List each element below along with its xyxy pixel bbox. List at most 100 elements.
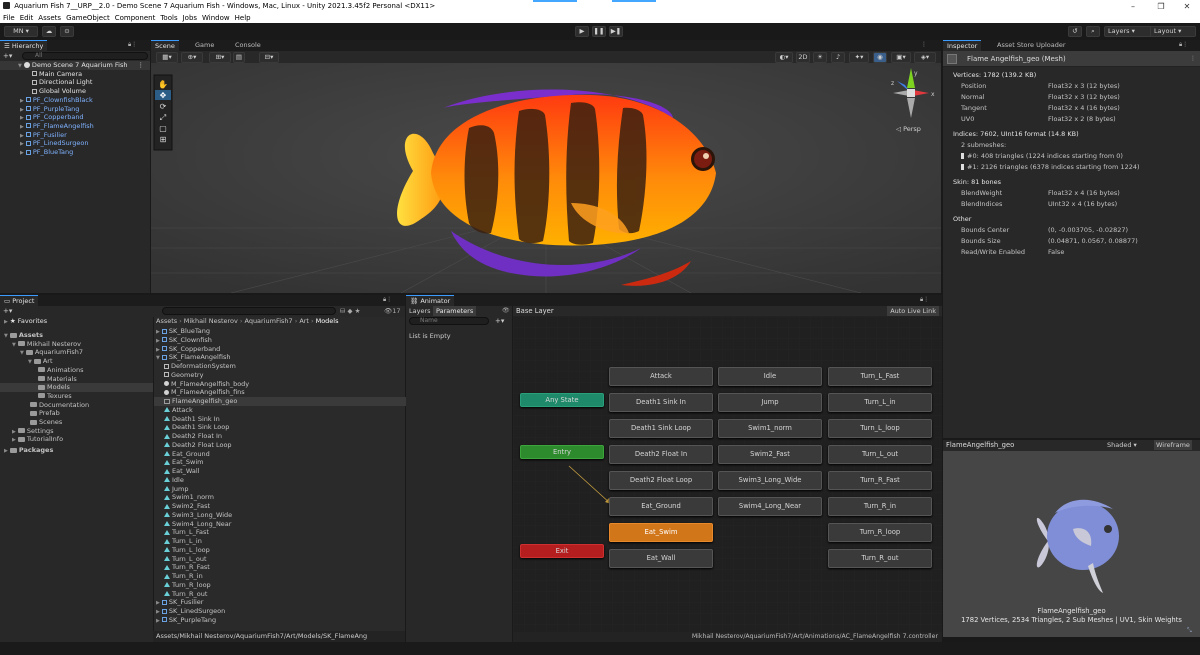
asset-item[interactable]: Turn_L_out	[154, 555, 406, 564]
any-state-node[interactable]: Any State	[520, 393, 604, 407]
state-node[interactable]: Swim1_norm	[718, 419, 822, 438]
search-icon[interactable]: ⌕	[1086, 26, 1100, 37]
project-folder[interactable]: ▼ Mikhail Nesterov	[0, 340, 153, 349]
hand-tool-icon[interactable]: ✋	[158, 79, 168, 89]
expand-arrow-icon[interactable]: ▶	[156, 338, 160, 344]
project-create-button[interactable]: +▾	[3, 307, 12, 315]
state-node[interactable]: Eat_Ground	[609, 497, 713, 516]
asset-item[interactable]: Death1 Sink Loop	[154, 423, 406, 432]
audio-toggle-icon[interactable]: ♪	[831, 52, 845, 63]
parameter-search-input[interactable]: Name	[409, 317, 489, 325]
scene-menu-icon[interactable]: ⋮	[921, 41, 927, 48]
asset-item[interactable]: Turn_R_Fast	[154, 563, 406, 572]
close-window-button[interactable]: ✕	[1176, 0, 1198, 13]
expand-arrow-icon[interactable]: ▶	[12, 429, 16, 435]
scale-tool-icon[interactable]: ⤢	[159, 113, 166, 122]
tab-asset-store-uploader[interactable]: Asset Store Uploader	[993, 40, 1070, 51]
asset-item[interactable]: DeformationSystem	[154, 362, 406, 371]
state-node[interactable]: Turn_R_in	[828, 497, 932, 516]
play-button[interactable]: ▶	[575, 26, 589, 37]
grid-snap-dropdown[interactable]: ⊞▾	[209, 52, 231, 63]
asset-item[interactable]: Turn_R_loop	[154, 581, 406, 590]
state-node[interactable]: Turn_L_in	[828, 393, 932, 412]
hierarchy-item[interactable]: ▶ PF_BlueTang	[20, 148, 150, 157]
breadcrumb-item[interactable]: Mikhail Nesterov	[184, 317, 238, 325]
project-folder[interactable]: ▼ AquariumFish7	[0, 348, 153, 357]
collab-icon[interactable]: ⊙	[60, 26, 74, 37]
expand-arrow-icon[interactable]: ▶	[156, 618, 160, 624]
expand-arrow-icon[interactable]: ▶	[156, 329, 160, 335]
asset-item[interactable]: Swim3_Long_Wide	[154, 511, 406, 520]
menu-item-component[interactable]: Component	[115, 14, 156, 22]
menu-item-edit[interactable]: Edit	[20, 14, 34, 22]
hierarchy-item[interactable]: Main Camera	[32, 70, 162, 79]
tab-project[interactable]: ▭ Project	[0, 295, 39, 306]
expand-arrow-icon[interactable]: ▶	[156, 600, 160, 606]
asset-item[interactable]: Turn_R_in	[154, 572, 406, 581]
tab-inspector[interactable]: Inspector	[943, 40, 982, 51]
wireframe-toggle[interactable]: Wireframe	[1154, 440, 1192, 450]
state-node[interactable]: Jump	[718, 393, 822, 412]
state-node[interactable]: Turn_L_out	[828, 445, 932, 464]
state-node[interactable]: Turn_R_out	[828, 549, 932, 568]
asset-item[interactable]: Eat_Ground	[154, 450, 406, 459]
tab-hierarchy[interactable]: ☰ Hierarchy	[0, 40, 48, 51]
expand-arrow-icon[interactable]: ▼	[28, 359, 32, 365]
layers-tab[interactable]: Layers	[409, 307, 431, 315]
snap-increment-button[interactable]: ▤	[233, 52, 245, 63]
asset-item[interactable]: Turn_L_in	[154, 537, 406, 546]
scene-menu-icon[interactable]: ⋮	[138, 61, 145, 70]
expand-arrow-icon[interactable]: ▶	[20, 133, 24, 139]
step-button[interactable]: ▶❚	[609, 26, 623, 37]
state-node[interactable]: Eat_Swim	[609, 523, 713, 542]
asset-item[interactable]: ▶ SK_LinedSurgeon	[154, 607, 406, 616]
asset-item[interactable]: ▶ SK_Copperband	[154, 345, 406, 354]
preview-resize-icon[interactable]: ⤡	[1187, 627, 1192, 635]
asset-item[interactable]: Eat_Wall	[154, 467, 406, 476]
inspector-lock-icon[interactable]: 🔒︎⋮	[1179, 41, 1188, 49]
gizmos-dropdown[interactable]: ◈▾	[914, 52, 936, 63]
project-search-input[interactable]	[162, 307, 336, 315]
asset-item[interactable]: Turn_R_out	[154, 590, 406, 599]
project-folder[interactable]: Prefab	[0, 409, 153, 418]
menu-item-window[interactable]: Window	[202, 14, 230, 22]
menu-item-assets[interactable]: Assets	[38, 14, 61, 22]
expand-arrow-icon[interactable]: ▶	[20, 107, 24, 113]
history-icon[interactable]: ↺	[1068, 26, 1082, 37]
asset-item[interactable]: Idle	[154, 476, 406, 485]
menu-item-file[interactable]: File	[3, 14, 15, 22]
expand-arrow-icon[interactable]: ▼	[4, 333, 8, 339]
asset-item[interactable]: ▶ SK_BlueTang	[154, 327, 406, 336]
asset-item[interactable]: Geometry	[154, 371, 406, 380]
menu-item-tools[interactable]: Tools	[160, 14, 177, 22]
menu-item-jobs[interactable]: Jobs	[183, 14, 197, 22]
asset-item[interactable]: Death2 Float In	[154, 432, 406, 441]
expand-arrow-icon[interactable]: ▼	[156, 355, 160, 361]
visibility-toggle-icon[interactable]: ◉	[873, 52, 887, 63]
expand-arrow-icon[interactable]: ▼	[20, 350, 24, 356]
cloud-icon[interactable]: ☁	[42, 26, 56, 37]
shaded-dropdown[interactable]: Shaded ▾	[1107, 441, 1137, 449]
favorites-section[interactable]: ▶ ★ Favorites	[4, 317, 47, 326]
state-node[interactable]: Death1 Sink In	[609, 393, 713, 412]
state-node[interactable]: Attack	[609, 367, 713, 386]
entry-node[interactable]: Entry	[520, 445, 604, 459]
asset-item[interactable]: Jump	[154, 485, 406, 494]
project-lock-icon[interactable]: 🔒︎⋮	[383, 296, 392, 304]
project-folder[interactable]: ▼ Art	[0, 357, 153, 366]
hierarchy-item[interactable]: ▼ Demo Scene 7 Aquarium Fish ⋮	[0, 61, 150, 70]
breadcrumb-item[interactable]: Assets	[156, 317, 177, 325]
state-node[interactable]: Eat_Wall	[609, 549, 713, 568]
asset-item[interactable]: ▶ SK_Fusilier	[154, 598, 406, 607]
asset-item[interactable]: Swim2_Fast	[154, 502, 406, 511]
lock-icon[interactable]: 🔒︎⋮	[128, 41, 137, 49]
parameters-tab[interactable]: Parameters	[433, 306, 477, 316]
hierarchy-search-input[interactable]: All	[22, 52, 148, 60]
pause-button[interactable]: ❚❚	[592, 26, 606, 37]
hierarchy-item[interactable]: ▶ PF_FlameAngelfish	[20, 122, 150, 131]
asset-item[interactable]: M_FlameAngelfish_fins	[154, 388, 406, 397]
asset-item[interactable]: Swim4_Long_Near	[154, 520, 406, 529]
projection-label[interactable]: ◁ Persp	[896, 125, 921, 133]
lighting-toggle-icon[interactable]: ☀	[813, 52, 827, 63]
project-folder[interactable]: Texures	[0, 392, 153, 401]
